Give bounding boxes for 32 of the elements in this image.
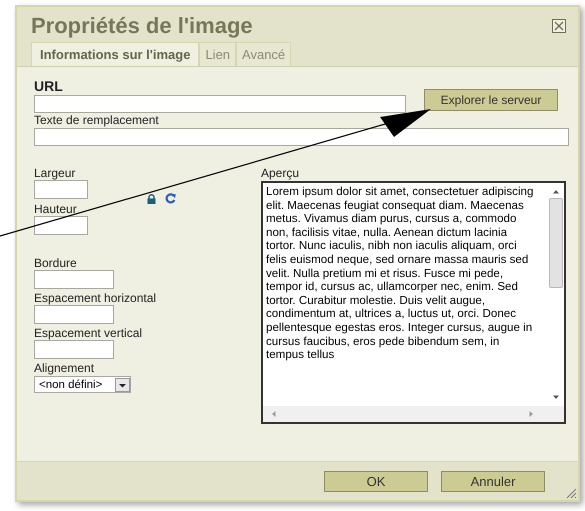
dialog-button[interactable]: Annuler xyxy=(441,470,545,492)
field-label: Espacement vertical xyxy=(34,326,144,340)
close-icon[interactable] xyxy=(552,19,566,33)
alignment-dropdown[interactable]: <non défini> xyxy=(34,376,131,393)
browse-server-button[interactable]: Explorer le serveur xyxy=(424,88,558,110)
field-label: Largeur xyxy=(34,166,76,180)
horizontal-scrollbar[interactable] xyxy=(263,406,564,422)
url-field[interactable] xyxy=(34,95,406,113)
tab[interactable]: Informations sur l'image xyxy=(31,42,200,66)
field-label: Aperçu xyxy=(261,166,300,180)
scroll-up-arrow-icon[interactable] xyxy=(552,189,560,194)
input-field[interactable] xyxy=(34,270,114,289)
refresh-icon[interactable] xyxy=(165,193,176,204)
resize-grip-icon[interactable] xyxy=(565,487,577,499)
scroll-left-arrow-icon[interactable] xyxy=(271,410,276,418)
field-label: Alignement xyxy=(34,361,96,375)
lock-icon[interactable] xyxy=(147,194,156,204)
input-field[interactable] xyxy=(34,180,88,199)
scroll-down-arrow-icon[interactable] xyxy=(552,395,560,400)
input-field[interactable] xyxy=(34,305,114,324)
scroll-right-arrow-icon[interactable] xyxy=(529,410,534,418)
field-label: Espacement horizontal xyxy=(34,291,158,305)
dialog-title: Propriétés de l'image xyxy=(31,13,253,39)
alt-text-field[interactable] xyxy=(34,128,569,146)
field-label: URL xyxy=(34,79,64,93)
field-label: Bordure xyxy=(34,256,78,270)
field-label: Hauteur xyxy=(34,202,78,216)
preview-text: Lorem ipsum dolor sit amet, consectetuer adipiscing elit. Maecenas feugiat consequat diam. Maecenas metus. Vivamus diam purus, cursus a, commodo non, facilisis vitae, nulla. Aenean dictum lacinia tortor. Nunc iaculis, nibh non iaculis aliquam, orci felis euismod neque, sed ornare massa mauris sed velit. Nulla pretium mi et risus. Fusce mi pede, tempor id, cursus ac, ullamcorper nec, enim. Sed tortor. Curabitur molestie. Duis velit augue, condimentum at, ultrices a, luctus ut, orci. Donec pellentesque egestas eros. Integer cursus, augue in cursus faucibus, eros pede bibendum sem, in tempus tellus xyxy=(265,184,534,364)
input-field[interactable] xyxy=(34,340,114,359)
input-field[interactable] xyxy=(34,216,88,235)
field-label: Texte de remplacement xyxy=(34,113,160,127)
dialog-button[interactable]: OK xyxy=(324,470,428,492)
